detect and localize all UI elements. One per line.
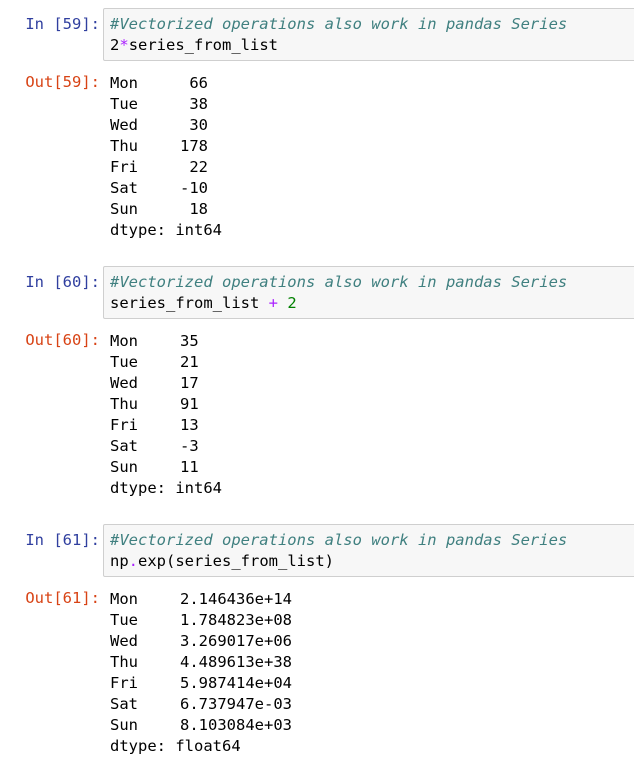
row-index: Thu [110,395,138,413]
code-prefix: 2 [110,36,120,54]
row-value: 91 [180,395,199,413]
row-value: 1.784823e+08 [180,611,292,629]
row-index: Sun [110,716,138,734]
row-index: Wed [110,632,138,650]
code-rest: 2 [277,294,297,312]
row-value: 8.103084e+03 [180,716,292,734]
series-row: Tue 38 [110,94,222,115]
dtype-label: dtype: int64 [110,221,222,239]
row-value: 13 [180,416,199,434]
row-value: 18 [189,200,208,218]
row-value: 21 [180,353,199,371]
row-index: Mon [110,332,138,350]
series-output: Mon 2.146436e+14 Tue 1.784823e+08 Wed 3.269… [110,589,292,757]
row-value: 38 [189,95,208,113]
row-index: Fri [110,158,138,176]
input-prompt: In [61]: [25,531,100,549]
input-prompt: In [60]: [25,273,100,291]
row-value: 66 [189,74,208,92]
row-index: Thu [110,653,138,671]
row-value: -10 [180,179,208,197]
series-row: Thu 4.489613e+38 [110,652,292,673]
row-value: 3.269017e+06 [180,632,292,650]
code-line: 2*series_from_list [110,35,634,56]
code-comment: #Vectorized operations also work in pand… [110,15,568,33]
series-row: Wed 17 [110,373,222,394]
series-row: Wed 30 [110,115,222,136]
row-value: 11 [180,458,199,476]
series-row: Sat 6.737947e-03 [110,694,292,715]
row-index: Mon [110,74,138,92]
code-operator: * [119,36,129,54]
input-prompt: In [59]: [25,15,100,33]
code-input[interactable]: #Vectorized operations also work in pand… [103,266,634,319]
series-row: Sun 18 [110,199,222,220]
series-row: Tue 1.784823e+08 [110,610,292,631]
series-row: Wed 3.269017e+06 [110,631,292,652]
row-index: Fri [110,416,138,434]
row-index: Sat [110,179,138,197]
row-value: 6.737947e-03 [180,695,292,713]
code-rest: exp(series_from_list) [138,552,334,570]
row-value: 35 [180,332,199,350]
series-row: Mon 66 [110,73,222,94]
dtype-label: dtype: float64 [110,737,241,755]
row-value: 30 [189,116,208,134]
row-value: 22 [189,158,208,176]
series-row: Fri 5.987414e+04 [110,673,292,694]
series-row: Tue 21 [110,352,222,373]
output-prompt: Out[59]: [25,73,100,91]
series-output: Mon 35 Tue 21 Wed 17 Thu 91 Fri 13 Sat -3 Sun 1… [110,331,222,499]
row-index: Sun [110,200,138,218]
code-line: series_from_list + 2 [110,293,634,314]
row-index: Wed [110,374,138,392]
row-index: Wed [110,116,138,134]
series-row: Sat -10 [110,178,222,199]
row-index: Sat [110,437,138,455]
row-index: Sun [110,458,138,476]
row-value: -3 [180,437,199,455]
row-index: Fri [110,674,138,692]
series-row: Sun 8.103084e+03 [110,715,292,736]
row-index: Tue [110,95,138,113]
series-row: Sun 11 [110,457,222,478]
row-index: Mon [110,590,138,608]
code-operator: . [128,552,139,570]
code-comment: #Vectorized operations also work in pand… [110,531,568,549]
code-input[interactable]: #Vectorized operations also work in pand… [103,524,634,577]
series-row: Sat -3 [110,436,222,457]
row-index: Thu [110,137,138,155]
row-index: Tue [110,353,138,371]
series-output: Mon 66 Tue 38 Wed 30 Thu 178 Fri 22 Sat -10 Su… [110,73,222,241]
row-value: 5.987414e+04 [180,674,292,692]
series-row: Fri 22 [110,157,222,178]
row-index: Sat [110,695,138,713]
dtype-label: dtype: int64 [110,479,222,497]
code-rest: series_from_list [128,36,278,54]
series-row: Mon 2.146436e+14 [110,589,292,610]
code-comment: #Vectorized operations also work in pand… [110,273,568,291]
row-value: 178 [180,137,208,155]
code-line: np.exp(series_from_list) [110,551,634,572]
series-row: Thu 91 [110,394,222,415]
series-row: Fri 13 [110,415,222,436]
series-row: Mon 35 [110,331,222,352]
code-prefix: series_from_list [110,294,269,312]
code-prefix: np [110,552,129,570]
row-index: Tue [110,611,138,629]
code-input[interactable]: #Vectorized operations also work in pand… [103,8,634,61]
series-row: Thu 178 [110,136,222,157]
row-value: 17 [180,374,199,392]
output-prompt: Out[61]: [25,589,100,607]
row-value: 2.146436e+14 [180,590,292,608]
row-value: 4.489613e+38 [180,653,292,671]
code-operator: + [268,294,278,312]
output-prompt: Out[60]: [25,331,100,349]
